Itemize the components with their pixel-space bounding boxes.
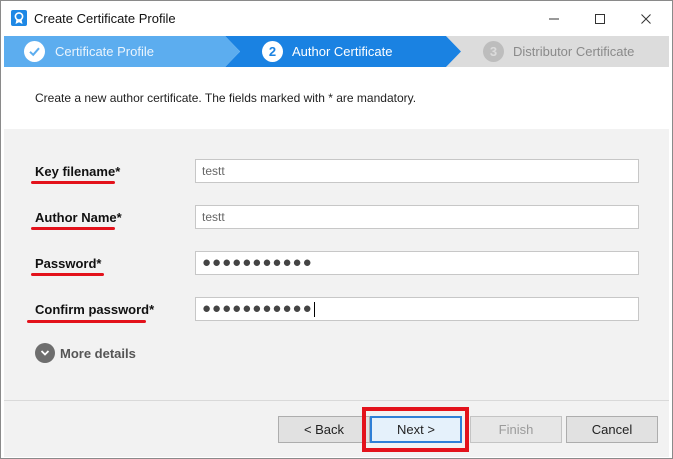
more-details-label: More details bbox=[60, 345, 136, 361]
create-certificate-profile-window: Create Certificate Profile Certificate P… bbox=[0, 0, 673, 459]
maximize-icon bbox=[595, 13, 605, 24]
cancel-button[interactable]: Cancel bbox=[566, 416, 658, 443]
check-icon bbox=[24, 41, 45, 62]
more-details-toggle[interactable]: More details bbox=[35, 343, 136, 363]
text-caret bbox=[313, 301, 315, 317]
key-filename-label: Key filename* bbox=[35, 164, 121, 179]
step-label: Distributor Certificate bbox=[513, 44, 635, 59]
wizard-steps: Certificate Profile 2 Author Certificate… bbox=[4, 36, 669, 67]
step-certificate-profile: Certificate Profile bbox=[4, 36, 240, 67]
password-value: ●●●●●●●●●●● bbox=[202, 254, 313, 271]
confirm-password-input[interactable]: ●●●●●●●●●●● bbox=[195, 297, 639, 321]
annotation-underline bbox=[31, 273, 104, 276]
password-input[interactable]: ●●●●●●●●●●● bbox=[195, 251, 639, 275]
annotation-underline bbox=[31, 181, 115, 184]
annotation-underline bbox=[31, 227, 115, 230]
chevron-down-icon bbox=[35, 343, 55, 363]
minimize-icon bbox=[549, 18, 559, 19]
title-bar: Create Certificate Profile bbox=[1, 1, 672, 36]
form-area: Key filename* testt Author Name* testt P… bbox=[4, 129, 669, 400]
description-area: Create a new author certificate. The fie… bbox=[4, 67, 669, 129]
maximize-button[interactable] bbox=[577, 1, 623, 36]
close-icon bbox=[641, 13, 651, 24]
description-text: Create a new author certificate. The fie… bbox=[35, 91, 417, 105]
annotation-highlight-box bbox=[362, 407, 469, 452]
back-button[interactable]: < Back bbox=[278, 416, 370, 443]
step-number: 2 bbox=[262, 41, 283, 62]
step-label: Author Certificate bbox=[292, 44, 393, 59]
password-label: Password* bbox=[35, 256, 102, 271]
confirm-password-value: ●●●●●●●●●●● bbox=[202, 300, 313, 317]
annotation-underline bbox=[27, 320, 146, 323]
author-name-input[interactable]: testt bbox=[195, 205, 639, 229]
certificate-app-icon bbox=[11, 10, 27, 26]
button-bar: < Back Next > Finish Cancel bbox=[4, 400, 669, 457]
key-filename-input[interactable]: testt bbox=[195, 159, 639, 183]
author-name-label: Author Name* bbox=[35, 210, 122, 225]
step-distributor-certificate: 3 Distributor Certificate bbox=[446, 36, 669, 67]
close-button[interactable] bbox=[623, 1, 669, 36]
step-author-certificate: 2 Author Certificate bbox=[225, 36, 461, 67]
finish-button[interactable]: Finish bbox=[470, 416, 562, 443]
confirm-password-label: Confirm password* bbox=[35, 302, 155, 317]
window-title: Create Certificate Profile bbox=[34, 11, 176, 26]
minimize-button[interactable] bbox=[531, 1, 577, 36]
step-number: 3 bbox=[483, 41, 504, 62]
step-label: Certificate Profile bbox=[55, 44, 154, 59]
